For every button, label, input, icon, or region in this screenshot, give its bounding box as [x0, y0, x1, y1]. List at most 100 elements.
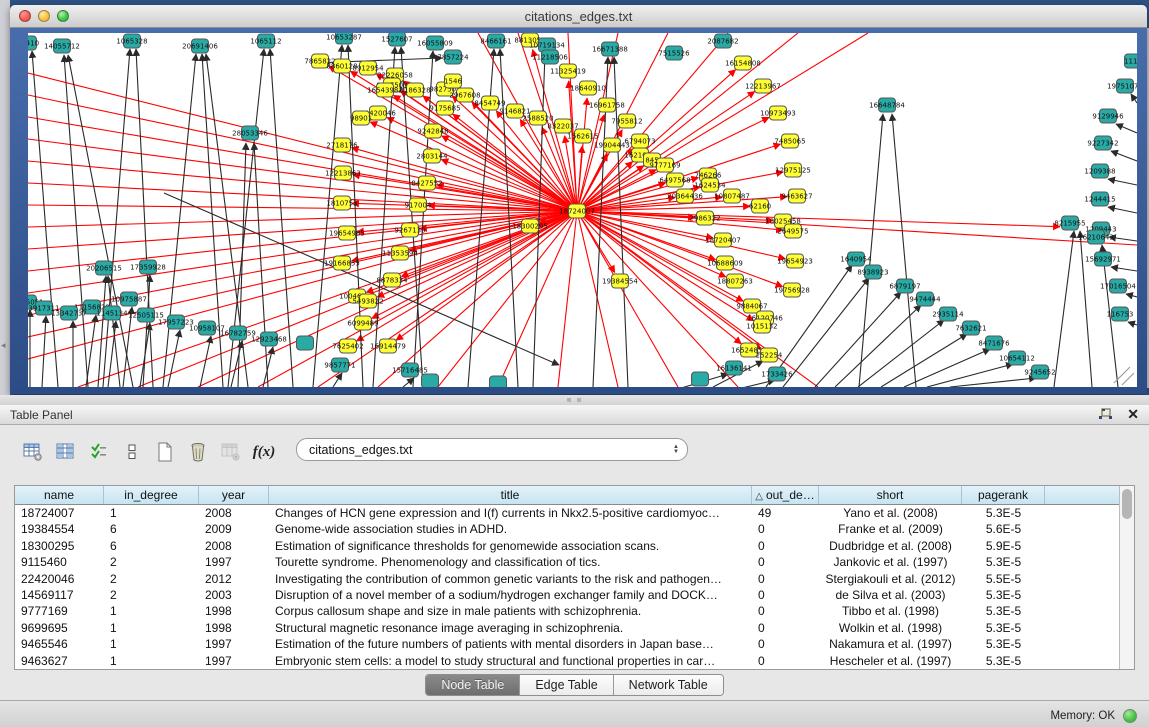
table-cell[interactable]: 5.3E-5: [962, 653, 1045, 669]
table-cell[interactable]: 0: [752, 603, 819, 619]
network-edge[interactable]: [1054, 231, 1074, 387]
column-header-out_de[interactable]: △out_de…: [752, 486, 819, 504]
close-panel-icon[interactable]: ✕: [1127, 408, 1139, 421]
table-cell[interactable]: Estimation of significance thresholds fo…: [269, 538, 752, 554]
table-vertical-scrollbar[interactable]: [1119, 486, 1134, 669]
network-edge[interactable]: [1116, 124, 1137, 133]
tab-edge-table[interactable]: Edge Table: [520, 675, 613, 695]
table-cell[interactable]: Investigating the contribution of common…: [269, 571, 752, 587]
network-edge[interactable]: [881, 334, 967, 387]
scrollbar-thumb[interactable]: [1122, 489, 1132, 519]
table-cell[interactable]: 1: [104, 603, 199, 619]
table-row[interactable]: 1872400712008Changes of HCN gene express…: [15, 505, 1119, 521]
table-cell[interactable]: 5.9E-5: [962, 538, 1045, 554]
table-cell[interactable]: 0: [752, 636, 819, 652]
delete-table-icon[interactable]: [185, 438, 211, 466]
network-edge[interactable]: [892, 114, 916, 387]
network-edge[interactable]: [859, 114, 883, 387]
table-cell[interactable]: Tourette syndrome. Phenomenology and cla…: [269, 554, 752, 570]
table-cell[interactable]: Wolkin et al. (1998): [819, 620, 962, 636]
table-cell[interactable]: 0: [752, 653, 819, 669]
table-cell[interactable]: 5.5E-5: [962, 571, 1045, 587]
table-cell[interactable]: Structural magnetic resonance image aver…: [269, 620, 752, 636]
panel-divider[interactable]: [0, 395, 1149, 405]
network-edge[interactable]: [558, 211, 577, 387]
table-row[interactable]: 969969511998Structural magnetic resonanc…: [15, 620, 1119, 636]
table-row[interactable]: 1830029562008Estimation of significance …: [15, 538, 1119, 554]
network-canvas-svg[interactable]: 1872400778658228860128891295422226058982…: [28, 33, 1137, 387]
network-edge[interactable]: [1126, 294, 1137, 297]
table-cell[interactable]: 2009: [199, 521, 269, 537]
network-edge[interactable]: [28, 161, 577, 211]
table-cell[interactable]: 5.3E-5: [962, 554, 1045, 570]
network-edge[interactable]: [569, 81, 577, 211]
table-cell[interactable]: 2008: [199, 538, 269, 554]
network-edge[interactable]: [313, 45, 342, 387]
table-cell[interactable]: Stergiakouli et al. (2012): [819, 571, 962, 587]
network-edge[interactable]: [86, 315, 96, 387]
table-cell[interactable]: 9699695: [15, 620, 104, 636]
table-cell[interactable]: Disruption of a novel member of a sodium…: [269, 587, 752, 603]
network-edge[interactable]: [68, 55, 133, 387]
table-cell[interactable]: Dudbridge et al. (2008): [819, 538, 962, 554]
table-cell[interactable]: 0: [752, 538, 819, 554]
network-edge[interactable]: [815, 292, 901, 387]
network-edge[interactable]: [163, 54, 196, 387]
table-cell[interactable]: 18724007: [15, 505, 104, 521]
table-cell[interactable]: 2: [104, 571, 199, 587]
network-edge[interactable]: [950, 378, 1036, 387]
table-cell[interactable]: Changes of HCN gene expression and I(f) …: [269, 505, 752, 521]
table-cell[interactable]: 2008: [199, 505, 269, 521]
table-row[interactable]: 946362711997Embryonic stem cells: a mode…: [15, 653, 1119, 669]
memory-status-indicator[interactable]: [1123, 709, 1137, 723]
network-edge[interactable]: [103, 49, 130, 387]
table-cell[interactable]: 0: [752, 571, 819, 587]
network-edge[interactable]: [108, 321, 116, 387]
row-tools-icon[interactable]: [119, 438, 145, 466]
table-cell[interactable]: 1997: [199, 554, 269, 570]
table-cell[interactable]: 6: [104, 521, 199, 537]
network-edge[interactable]: [333, 373, 342, 387]
table-cell[interactable]: 1: [104, 505, 199, 521]
table-cell[interactable]: 2003: [199, 587, 269, 603]
table-columns-icon[interactable]: [53, 438, 79, 466]
network-edge[interactable]: [1122, 373, 1134, 385]
table-cell[interactable]: 22420046: [15, 571, 104, 587]
network-edge[interactable]: [1128, 322, 1137, 325]
table-cell[interactable]: 5.3E-5: [962, 620, 1045, 636]
network-edge[interactable]: [1108, 207, 1137, 213]
table-cell[interactable]: Nakamura et al. (1997): [819, 636, 962, 652]
table-cell[interactable]: 5.6E-5: [962, 521, 1045, 537]
column-header-in_degree[interactable]: in_degree: [104, 486, 199, 504]
network-edge[interactable]: [577, 211, 818, 387]
column-header-year[interactable]: year: [199, 486, 269, 504]
table-cell[interactable]: 18300295: [15, 538, 104, 554]
network-node[interactable]: [297, 336, 314, 350]
table-row[interactable]: 1456911722003Disruption of a novel membe…: [15, 587, 1119, 603]
table-cell[interactable]: 19384554: [15, 521, 104, 537]
network-edge[interactable]: [738, 380, 775, 387]
network-edge[interactable]: [28, 73, 577, 211]
tab-node-table[interactable]: Node Table: [426, 675, 520, 695]
table-cell[interactable]: 1: [104, 636, 199, 652]
network-edge[interactable]: [136, 49, 153, 387]
column-header-short[interactable]: short: [819, 486, 962, 504]
table-cell[interactable]: Tibbo et al. (1998): [819, 603, 962, 619]
table-row[interactable]: 1938455462009Genome-wide association stu…: [15, 521, 1119, 537]
window-titlebar[interactable]: citations_edges.txt: [10, 5, 1147, 28]
table-source-combobox[interactable]: citations_edges.txt ▲▼: [296, 438, 688, 461]
table-cell[interactable]: 49: [752, 505, 819, 521]
table-cell[interactable]: 5.3E-5: [962, 636, 1045, 652]
table-cell[interactable]: 2: [104, 554, 199, 570]
table-cell[interactable]: 1998: [199, 620, 269, 636]
table-cell[interactable]: de Silva et al. (2003): [819, 587, 962, 603]
create-table-icon[interactable]: [152, 438, 178, 466]
network-edge[interactable]: [577, 211, 1060, 227]
function-builder-icon[interactable]: f(x): [251, 438, 277, 466]
column-select-icon[interactable]: [86, 438, 112, 466]
tab-network-table[interactable]: Network Table: [614, 675, 723, 695]
table-cell[interactable]: 0: [752, 521, 819, 537]
table-cell[interactable]: 5.3E-5: [962, 587, 1045, 603]
table-row[interactable]: 977716911998Corpus callosum shape and si…: [15, 603, 1119, 619]
table-cell[interactable]: Yano et al. (2008): [819, 505, 962, 521]
